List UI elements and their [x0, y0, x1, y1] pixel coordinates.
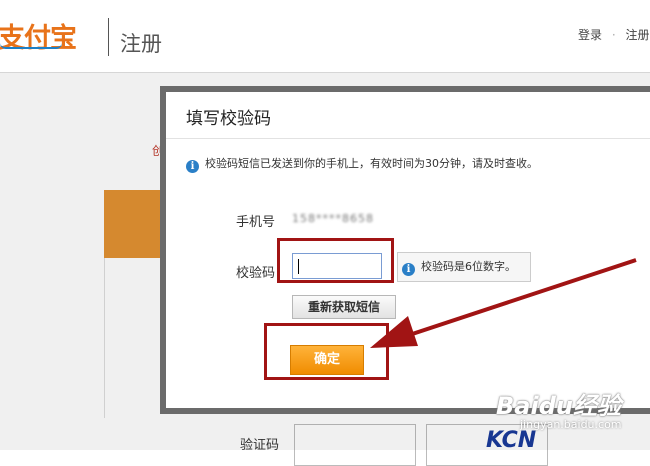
watermark-url: jingyan.baidu.com [520, 418, 622, 431]
arrow-shaft [384, 258, 637, 345]
annotation-arrow [370, 258, 637, 348]
arrow-head [370, 316, 418, 348]
baidu-watermark: Baidu经验 [496, 392, 621, 420]
